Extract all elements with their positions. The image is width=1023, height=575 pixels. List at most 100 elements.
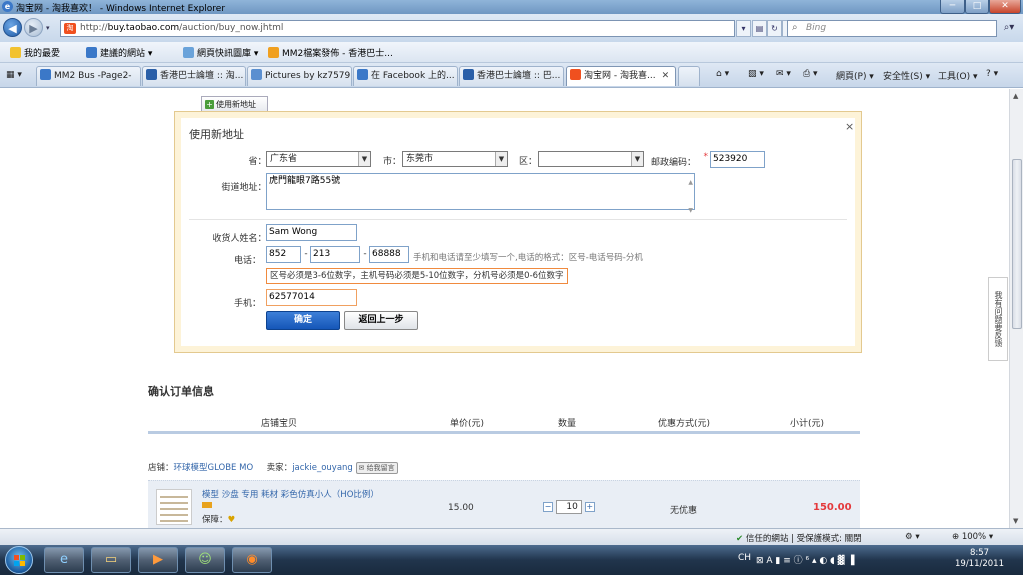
back-button[interactable]: ◀ (3, 18, 22, 37)
shield-icon: ♥ (227, 515, 236, 525)
search-go-icon[interactable]: ⌕▾ (998, 20, 1020, 37)
col-header-quantity: 数量 (558, 419, 577, 429)
street-address-textarea[interactable]: 虎門龍眼7路55號 ▲ ▼ (266, 173, 695, 214)
mobile-input[interactable]: 62577014 (266, 289, 357, 306)
scroll-up-icon[interactable]: ▲ (1013, 92, 1018, 100)
phone-extension-input[interactable]: 68888 (369, 246, 409, 263)
postcode-input[interactable]: 523920 (710, 151, 765, 168)
media-player-taskbar-icon[interactable]: ▶ (138, 547, 178, 573)
fav-suggested-sites[interactable]: 建議的網站 ▾ (86, 46, 152, 59)
promo-badge-icon (202, 502, 212, 508)
shop-link[interactable]: 环球模型GLOBE MO (174, 463, 254, 473)
firefox-taskbar-icon[interactable]: ◉ (232, 547, 272, 573)
tools-menu[interactable]: 工具(O) ▾ (938, 69, 978, 82)
quick-tabs-icon[interactable]: ▦ ▾ (6, 70, 22, 80)
search-input[interactable]: ⌕ Bing (787, 20, 997, 37)
increment-button[interactable]: + (584, 502, 595, 512)
url-text: http://buy.taobao.com/auction/buy_now.jh… (80, 23, 284, 33)
addon-icon[interactable]: ⚙ ▾ (905, 532, 920, 542)
new-tab-button[interactable] (678, 66, 700, 86)
scrollbar-thumb[interactable] (1012, 159, 1022, 329)
star-icon (10, 47, 21, 58)
dialog-close-icon[interactable]: × (845, 120, 854, 133)
history-dropdown-icon[interactable]: ▾ (46, 24, 50, 32)
mobile-label: 手机： (233, 299, 261, 309)
confirm-button[interactable]: 确定 (266, 311, 340, 330)
help-icon[interactable]: ? ▾ (986, 69, 998, 79)
district-select[interactable]: ▼ (538, 151, 644, 167)
address-input[interactable]: 淘 http://buy.taobao.com/auction/buy_now.… (60, 20, 735, 37)
start-button[interactable] (5, 546, 33, 574)
recipient-name-label: 收货人姓名：* (212, 234, 271, 244)
checkmark-icon: ✔ (736, 534, 744, 544)
system-clock[interactable]: 8:57 19/11/2011 (955, 548, 1004, 570)
tab-hk-bus-forum[interactable]: 香港巴士論壇 :: 巴... (459, 66, 564, 86)
phone-area-code-input[interactable]: 852 (266, 246, 301, 263)
close-tab-icon[interactable]: ✕ (662, 71, 670, 81)
tab-bar: ▦ ▾ MM2 Bus -Page2- 香港巴士論壇 :: 淘... Pictu… (0, 63, 1023, 88)
explorer-taskbar-icon[interactable]: ▭ (91, 547, 131, 573)
back-step-button[interactable]: 返回上一步 (344, 311, 418, 330)
quantity-stepper: − 10 + (543, 500, 595, 514)
feedback-tab[interactable]: 我有问题要反馈 (988, 277, 1008, 361)
forward-button[interactable]: ▶ (24, 18, 43, 37)
ime-indicator[interactable]: CH (738, 553, 751, 563)
slice-icon (183, 47, 194, 58)
tab-pictures[interactable]: Pictures by kz7579... (247, 66, 352, 86)
city-select[interactable]: 东莞市 ▼ (402, 151, 508, 167)
tab-taobao[interactable]: 淘宝网 - 淘我喜... ✕ (566, 66, 676, 86)
postcode-required: * (703, 152, 709, 162)
leave-message-button[interactable]: ✉ 给我留言 (355, 462, 398, 474)
province-label: 省：* (248, 157, 271, 167)
maximize-button[interactable]: □ (965, 0, 989, 14)
ie-icon: e (2, 1, 13, 12)
ie-icon (86, 47, 97, 58)
ie-icon (40, 69, 51, 80)
url-dropdown-icon[interactable]: ▾ (736, 20, 751, 37)
item-protection: 保障：♥ (202, 515, 236, 525)
close-window-button[interactable]: ✕ (989, 0, 1021, 14)
item-name-link[interactable]: 模型 沙盘 专用 耗材 彩色仿真小人（HO比例） (202, 488, 379, 500)
page-scrollbar[interactable]: ▲ ▼ (1009, 89, 1023, 528)
tab-mm2-bus[interactable]: MM2 Bus -Page2- (36, 66, 141, 86)
security-zone[interactable]: ✔ 信任的網站 | 受保護模式: 關閉 (736, 532, 862, 544)
seller-link[interactable]: jackie_ouyang (292, 463, 353, 473)
use-new-address-button[interactable]: + 使用新地址 (201, 96, 268, 113)
province-select[interactable]: 广东省 ▼ (266, 151, 371, 167)
msn-taskbar-icon[interactable]: ☺ (185, 547, 225, 573)
taobao-site-icon (570, 69, 581, 80)
phone-error-message: 区号必须是3-6位数字，主机号码必须是5-10位数字，分机号必须是0-6位数字 (266, 268, 568, 284)
recipient-name-input[interactable]: Sam Wong (266, 224, 357, 241)
compatibility-view-icon[interactable]: ▤ (752, 20, 767, 37)
feeds-icon[interactable]: ▧ ▾ (748, 69, 764, 79)
scroll-down-icon[interactable]: ▼ (1013, 517, 1018, 525)
page-menu[interactable]: 網頁(P) ▾ (836, 69, 874, 82)
chevron-down-icon: ▼ (358, 152, 370, 166)
minimize-button[interactable]: ─ (940, 0, 965, 14)
item-thumbnail[interactable] (156, 489, 192, 525)
quantity-input[interactable]: 10 (555, 500, 582, 514)
new-address-dialog: 使用新地址 × 省：* 广东省▼ 市： 东莞市▼ 区： ▼ 邮政编码： * 52… (174, 111, 862, 353)
bing-search-icon: ⌕ (792, 22, 798, 33)
phone-separator: - (363, 249, 367, 259)
fav-web-slice-gallery[interactable]: 網頁快訊圖庫 ▾ (183, 46, 258, 59)
favorites-bar: 我的最愛 建議的網站 ▾ 網頁快訊圖庫 ▾ MM2檔案發佈 - 香港巴士... (0, 42, 1023, 63)
col-header-discount: 优惠方式(元) (658, 419, 711, 429)
hkbf-icon (146, 69, 157, 80)
refresh-icon[interactable]: ↻ (767, 20, 782, 37)
favorites-button[interactable]: 我的最愛 (10, 46, 60, 59)
mail-icon[interactable]: ✉ ▾ (776, 69, 791, 79)
home-icon[interactable]: ⌂ ▾ (716, 69, 729, 79)
tab-hk-bus-forum-taobao[interactable]: 香港巴士論壇 :: 淘... (142, 66, 246, 86)
tab-facebook[interactable]: 在 Facebook 上的... (353, 66, 458, 86)
safety-menu[interactable]: 安全性(S) ▾ (883, 69, 930, 82)
zoom-level[interactable]: ⊕ 100% ▾ (952, 532, 993, 542)
print-icon[interactable]: ⎙ ▾ (803, 69, 818, 79)
window-title: 淘宝网 - 淘我喜欢！ - Windows Internet Explorer (16, 4, 226, 14)
fav-mm2-release[interactable]: MM2檔案發佈 - 香港巴士... (268, 46, 393, 59)
phone-number-input[interactable]: 213 (310, 246, 360, 263)
ie-taskbar-icon[interactable]: e (44, 547, 84, 573)
tray-icons[interactable]: ⊠ A ▮ ≡ ⓘ ⁶ ▴ ◐ ◖ ▓ ▐ (756, 553, 854, 566)
decrement-button[interactable]: − (543, 502, 553, 512)
status-bar: ✔ 信任的網站 | 受保護模式: 關閉 ⚙ ▾ ⊕ 100% ▾ (0, 528, 1023, 545)
